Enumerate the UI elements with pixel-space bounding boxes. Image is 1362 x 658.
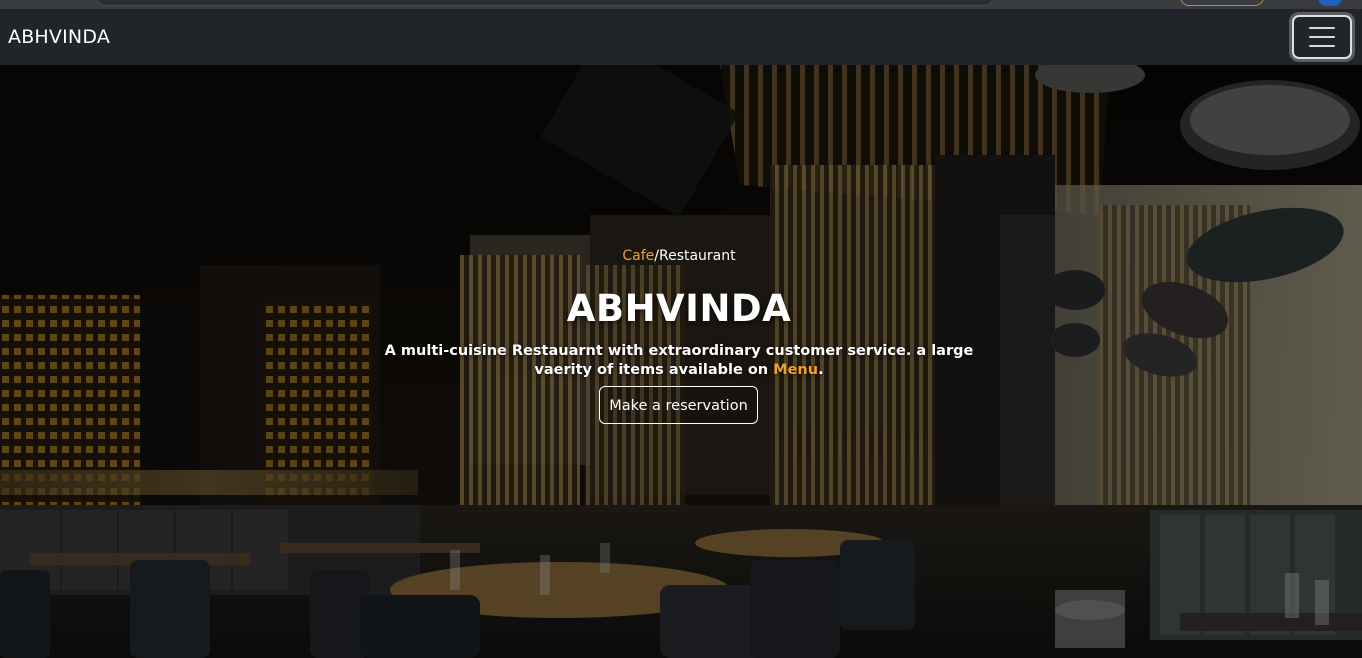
hero-description: A multi-cuisine Restauarnt with extraord… <box>379 342 979 380</box>
browser-chrome-strip <box>0 0 1362 9</box>
hamburger-menu-icon <box>1309 45 1335 47</box>
hero-content: Cafe/Restaurant ABHVINDA A multi-cuisine… <box>0 65 1362 658</box>
hero-description-text: A multi-cuisine Restauarnt with extraord… <box>384 343 974 378</box>
browser-address-bar[interactable] <box>96 0 994 6</box>
hamburger-menu-icon <box>1309 36 1335 38</box>
hero-tagline: Cafe/Restaurant <box>0 248 1358 264</box>
hero-description-end: . <box>818 362 824 378</box>
browser-profile-icon[interactable] <box>1318 0 1342 6</box>
navbar-toggler-button[interactable] <box>1292 15 1352 59</box>
hamburger-menu-icon <box>1309 27 1335 29</box>
make-reservation-button[interactable]: Make a reservation <box>599 386 758 424</box>
menu-link[interactable]: Menu <box>773 362 818 378</box>
tagline-restaurant: /Restaurant <box>654 248 736 264</box>
hero-section: Cafe/Restaurant ABHVINDA A multi-cuisine… <box>0 65 1362 658</box>
top-navbar: ABHVINDA <box>0 9 1362 65</box>
tagline-cafe: Cafe <box>622 248 655 264</box>
browser-action-pill[interactable] <box>1180 0 1264 6</box>
hero-title: ABHVINDA <box>566 287 792 330</box>
brand-logo-link[interactable]: ABHVINDA <box>8 26 110 48</box>
